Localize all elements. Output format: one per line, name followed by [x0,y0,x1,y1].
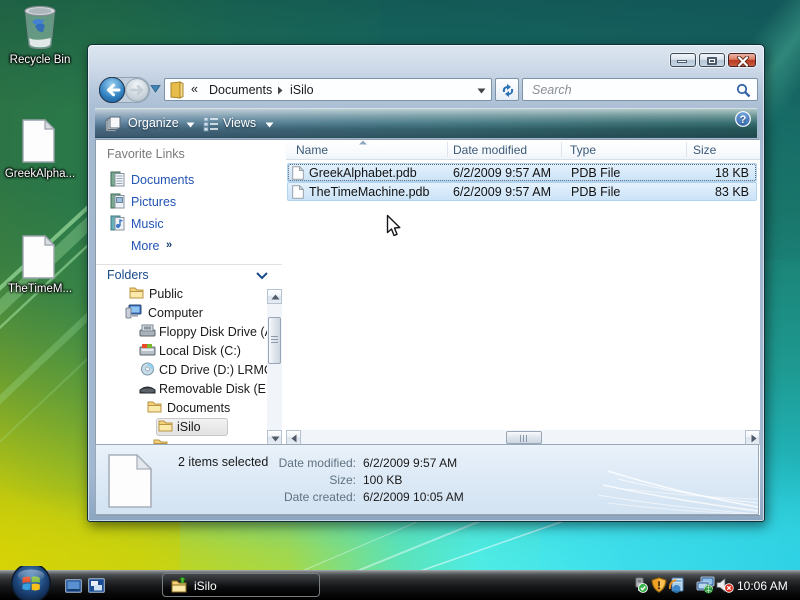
svg-text:?: ? [740,114,747,126]
